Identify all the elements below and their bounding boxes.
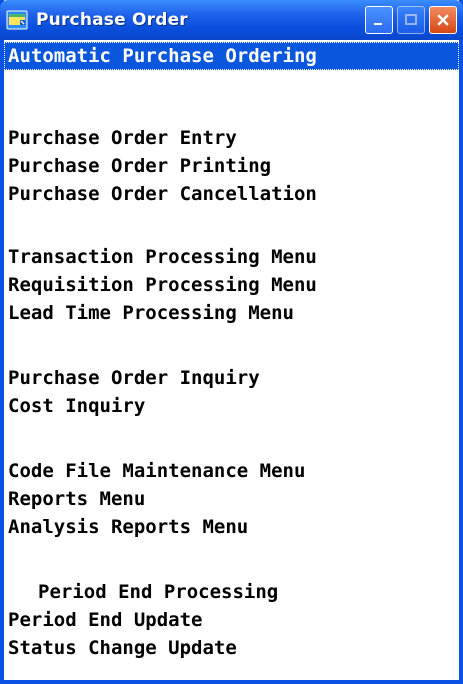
menu-item-period-end-update[interactable]: Period End Update	[8, 606, 202, 634]
window-controls	[365, 6, 457, 34]
menu-item-reports-menu[interactable]: Reports Menu	[8, 485, 145, 513]
menu-item-status-change-update[interactable]: Status Change Update	[8, 634, 237, 662]
section-header-period-end-processing: Period End Processing	[38, 581, 279, 603]
menu-content: Automatic Purchase Ordering Purchase Ord…	[4, 40, 459, 680]
minimize-button[interactable]	[365, 6, 393, 34]
window-title: Purchase Order	[36, 10, 188, 30]
close-icon	[437, 14, 449, 26]
menu-item-purchase-order-printing[interactable]: Purchase Order Printing	[8, 152, 271, 180]
minimize-icon	[374, 23, 382, 25]
app-window-icon	[6, 9, 28, 31]
purchase-order-window: Purchase Order Automatic Purchase Orderi…	[0, 0, 463, 684]
menu-item-purchase-order-inquiry[interactable]: Purchase Order Inquiry	[8, 364, 260, 392]
menu-item-purchase-order-entry[interactable]: Purchase Order Entry	[8, 124, 237, 152]
menu-item-automatic-purchase-ordering[interactable]: Automatic Purchase Ordering	[8, 42, 317, 70]
menu-item-analysis-reports-menu[interactable]: Analysis Reports Menu	[8, 513, 248, 541]
maximize-icon	[405, 14, 417, 25]
menu-item-purchase-order-cancellation[interactable]: Purchase Order Cancellation	[8, 180, 317, 208]
menu-item-code-file-maintenance-menu[interactable]: Code File Maintenance Menu	[8, 457, 305, 485]
close-button[interactable]	[429, 6, 457, 34]
title-bar[interactable]: Purchase Order	[0, 0, 463, 40]
menu-item-transaction-processing-menu[interactable]: Transaction Processing Menu	[8, 243, 317, 271]
menu-item-lead-time-processing-menu[interactable]: Lead Time Processing Menu	[8, 299, 294, 327]
menu-item-cost-inquiry[interactable]: Cost Inquiry	[8, 392, 145, 420]
maximize-button[interactable]	[397, 6, 425, 34]
menu-item-requisition-processing-menu[interactable]: Requisition Processing Menu	[8, 271, 317, 299]
